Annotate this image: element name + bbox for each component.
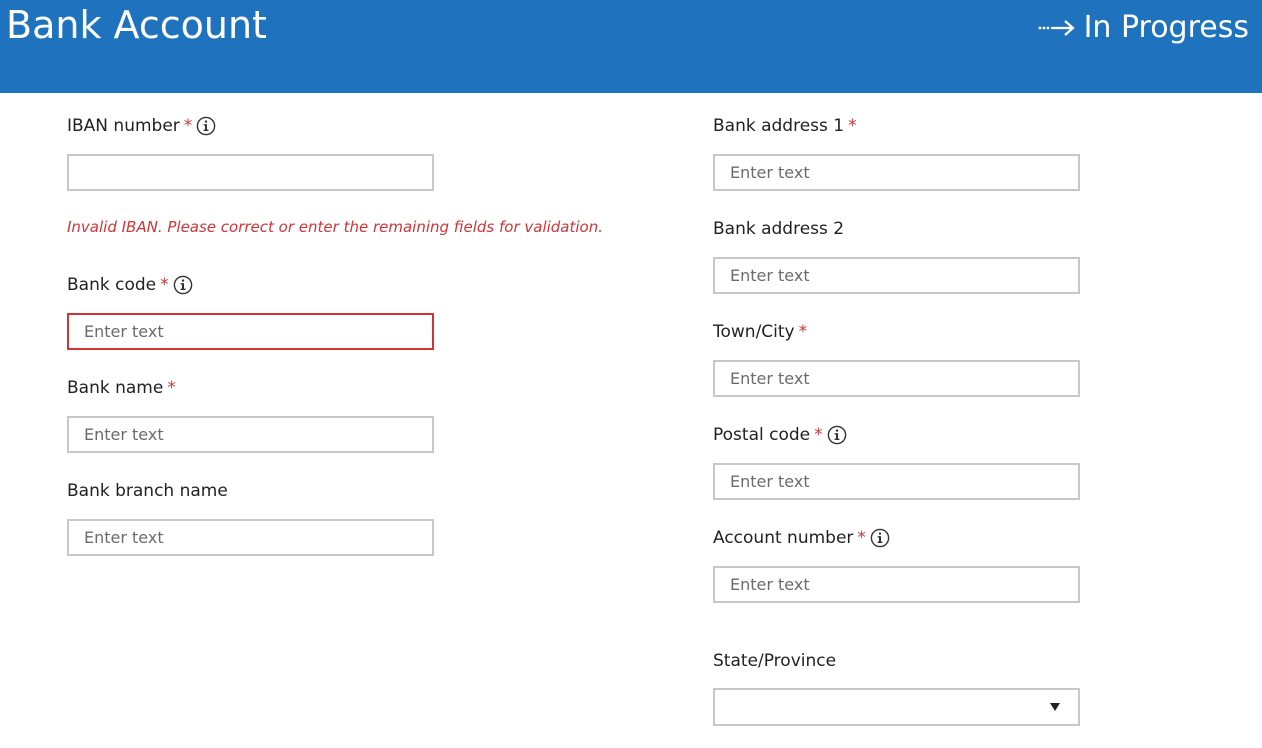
bank-address-2-label-text: Bank address 2: [713, 219, 845, 239]
iban-label: IBAN number *: [67, 115, 216, 137]
required-marker: *: [857, 528, 866, 548]
town-city-label-text: Town/City: [713, 322, 795, 342]
bank-address-2-label: Bank address 2: [713, 218, 844, 240]
bank-code-input[interactable]: [67, 313, 434, 350]
postal-code-label-text: Postal code: [713, 425, 811, 445]
status-text: In Progress: [1083, 10, 1249, 45]
bank-address-1-label: Bank address 1 *: [713, 115, 857, 137]
iban-input[interactable]: [67, 154, 434, 191]
bank-branch-name-label: Bank branch name: [67, 480, 228, 502]
postal-code-label: Postal code *: [713, 424, 847, 446]
bank-address-1-input[interactable]: [713, 154, 1080, 191]
page-header: Bank Account In Progress: [0, 0, 1262, 93]
state-province-label: State/Province: [713, 650, 836, 672]
account-number-input[interactable]: [713, 566, 1080, 603]
bank-branch-name-label-text: Bank branch name: [67, 481, 228, 501]
required-marker: *: [160, 275, 169, 295]
bank-code-label-text: Bank code: [67, 275, 157, 295]
required-marker: *: [798, 322, 808, 342]
status-indicator: In Progress: [1038, 8, 1249, 48]
bank-name-label: Bank name *: [67, 377, 176, 399]
bank-name-input[interactable]: [67, 416, 434, 453]
bank-name-label-text: Bank name: [67, 378, 164, 398]
bank-code-label: Bank code *: [67, 274, 193, 296]
info-icon[interactable]: [827, 425, 847, 445]
town-city-input[interactable]: [713, 360, 1080, 397]
bank-address-1-label-text: Bank address 1: [713, 116, 845, 136]
required-marker: *: [814, 425, 823, 445]
iban-label-text: IBAN number: [67, 116, 180, 136]
required-marker: *: [848, 116, 857, 136]
iban-error-message: Invalid IBAN. Please correct or enter th…: [67, 218, 604, 236]
dotted-arrow-right-icon: [1038, 20, 1075, 36]
state-province-select[interactable]: [713, 688, 1080, 726]
bank-address-2-input[interactable]: [713, 257, 1080, 294]
info-icon[interactable]: [173, 275, 193, 295]
postal-code-input[interactable]: [713, 463, 1080, 500]
required-marker: *: [183, 116, 193, 136]
bank-branch-name-input[interactable]: [67, 519, 434, 556]
info-icon[interactable]: [196, 116, 216, 136]
caret-down-icon: [1050, 703, 1060, 711]
account-number-label: Account number *: [713, 527, 890, 549]
account-number-label-text: Account number: [713, 528, 854, 548]
info-icon[interactable]: [870, 528, 890, 548]
state-province-label-text: State/Province: [713, 651, 837, 671]
required-marker: *: [167, 378, 176, 398]
page-title: Bank Account: [6, 3, 267, 47]
town-city-label: Town/City *: [713, 321, 807, 343]
